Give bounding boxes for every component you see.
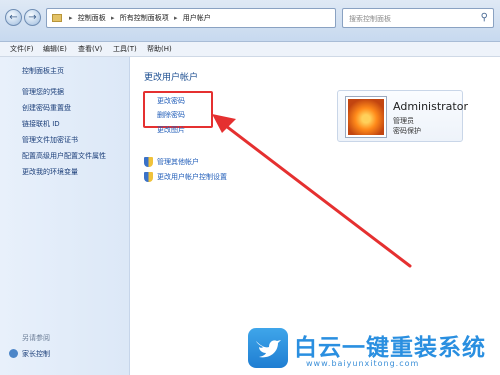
annotation-arrow xyxy=(212,114,412,268)
watermark-logo: 白云一键重装系统 www.baiyunxitong.com xyxy=(240,322,500,375)
watermark-url: www.baiyunxitong.com xyxy=(306,359,420,368)
bird-logo-icon xyxy=(248,328,288,368)
watermark-title: 白云一键重装系统 xyxy=(294,335,486,361)
arrow-shaft xyxy=(220,121,412,268)
